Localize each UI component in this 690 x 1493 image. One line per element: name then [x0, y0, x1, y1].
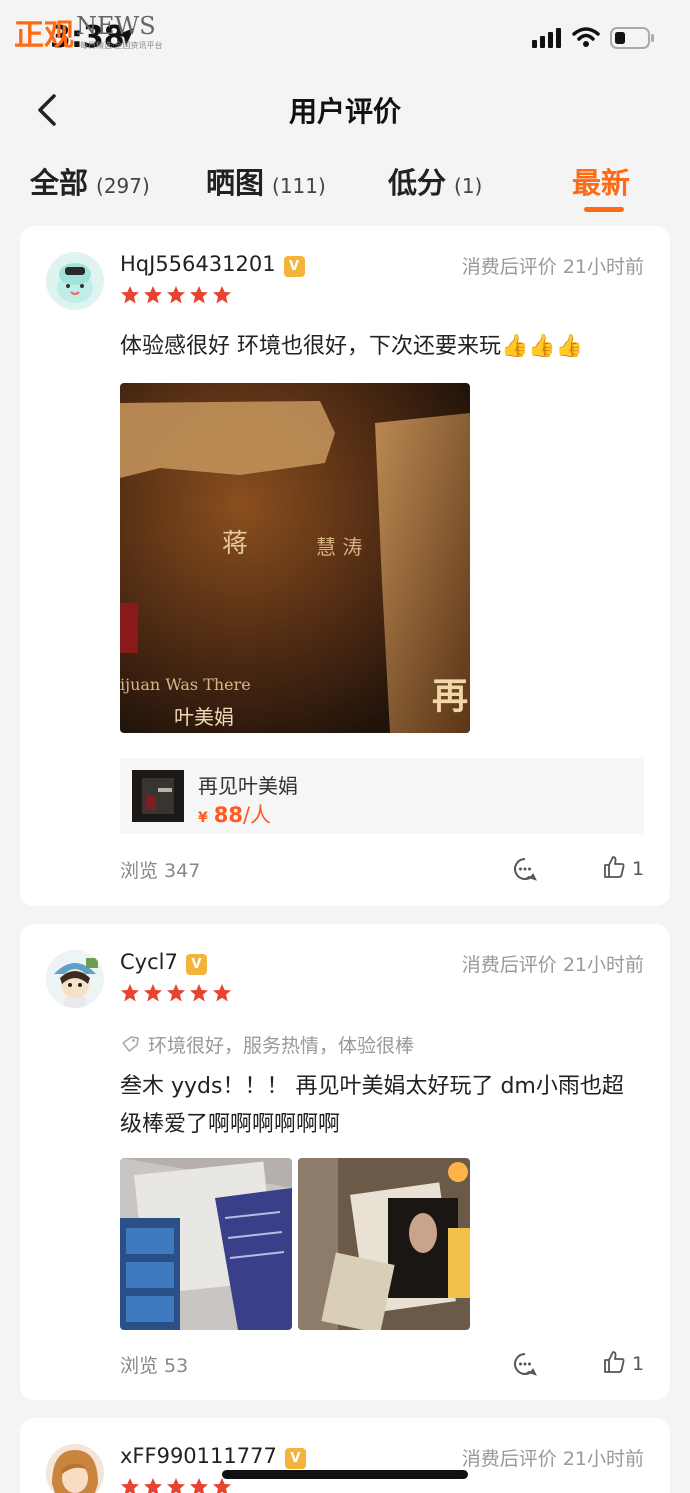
tab-count: (1) [454, 174, 483, 198]
star-icon [121, 1478, 139, 1493]
tab-label: 最新 [572, 166, 631, 200]
watermark-brand: 正观 [14, 18, 74, 53]
username[interactable]: HqJ556431201 V [120, 252, 305, 277]
star-icon [190, 286, 208, 304]
wifi-icon [572, 27, 600, 47]
photo-text: 叶美娟 [174, 705, 234, 729]
level-badge: V [284, 1448, 306, 1469]
photo-text: ijuan Was There [120, 675, 251, 694]
review-meta: 消费后评价 21小时前 [461, 954, 644, 976]
tab-photos[interactable]: 晒图 (111) [206, 160, 326, 202]
username[interactable]: xFF990111777 V [120, 1444, 306, 1469]
avatar[interactable] [46, 252, 104, 310]
watermark: 正观 NEWS 每日精选·全国资讯平台 [14, 10, 163, 54]
review-photo[interactable] [120, 1158, 292, 1330]
level-badge: V [185, 954, 207, 975]
photo-text: 再 [432, 676, 469, 717]
view-count: 浏览 53 [120, 1355, 189, 1377]
tab-count: (297) [96, 174, 150, 198]
review-meta: 消费后评价 21小时前 [461, 256, 644, 278]
review-card: Cycl7 V 消费后评价 21小时前 环境很好，服务热情，体验很棒 叁木 yyd… [20, 924, 670, 1400]
tab-latest[interactable]: 最新 [572, 160, 630, 202]
star-icon [121, 984, 139, 1002]
active-tab-indicator [584, 207, 624, 212]
comment-button[interactable] [512, 856, 540, 884]
tab-all[interactable]: 全部 (297) [30, 160, 150, 202]
tab-low-score[interactable]: 低分 (1) [388, 160, 482, 202]
star-icon [167, 1478, 185, 1493]
star-icon [144, 1478, 162, 1493]
review-photo[interactable]: 蒋 慧 涛 ijuan Was There 叶美娟 再 [120, 383, 470, 733]
view-count: 浏览 347 [120, 860, 201, 882]
review-card: HqJ556431201 V 消费后评价 21小时前 体验感很好 环境也很好，下次… [20, 226, 670, 906]
page-title: 用户评价 [288, 95, 401, 128]
product-thumbnail [132, 770, 184, 822]
tab-label: 全部 [30, 166, 89, 200]
like-count: 1 [632, 1353, 645, 1375]
product-name: 再见叶美娟 [198, 774, 298, 798]
photo-text: 慧 涛 [316, 535, 363, 559]
home-indicator[interactable] [222, 1470, 468, 1479]
username[interactable]: Cycl7 V [120, 950, 207, 975]
review-photo[interactable] [298, 1158, 470, 1330]
username-text: xFF990111777 [120, 1444, 277, 1468]
star-icon [213, 286, 231, 304]
star-icon [190, 1478, 208, 1493]
star-icon [213, 1478, 231, 1493]
battery-icon [610, 27, 654, 49]
star-icon [121, 286, 139, 304]
review-text: 体验感很好 环境也很好，下次还要来玩👍👍👍 [120, 334, 584, 359]
star-icon [167, 286, 185, 304]
tab-count: (111) [272, 174, 326, 198]
product-card[interactable]: 再见叶美娟 ¥88/人 [120, 758, 644, 834]
star-icon [144, 286, 162, 304]
status-bar: 3:38 正观 NEWS 每日精选·全国资讯平台 [0, 0, 690, 70]
price-value: 88 [213, 803, 243, 827]
tab-label: 低分 [388, 166, 447, 200]
watermark-english: NEWS [76, 12, 156, 40]
filter-tabs: 全部 (297) 晒图 (111) 低分 (1) 最新 [0, 150, 690, 220]
tag-icon [122, 1036, 139, 1052]
like-count: 1 [632, 858, 645, 880]
star-icon [144, 984, 162, 1002]
rating-stars [120, 285, 235, 305]
star-icon [213, 984, 231, 1002]
thumbs-up-icon [604, 856, 625, 878]
product-price: ¥88/人 [198, 799, 271, 829]
tag-text: 环境很好，服务热情，体验很棒 [148, 1035, 415, 1057]
watermark-slogan: 每日精选·全国资讯平台 [80, 41, 163, 50]
avatar[interactable] [46, 1444, 104, 1493]
rating-stars [120, 1477, 235, 1493]
price-unit: /人 [242, 803, 272, 827]
review-card: xFF990111777 V 消费后评价 21小时前 [20, 1418, 670, 1493]
star-icon [190, 984, 208, 1002]
signal-icon [532, 28, 561, 48]
comment-icon [514, 1353, 537, 1376]
photo-text: 蒋 [222, 529, 249, 559]
currency-symbol: ¥ [198, 810, 208, 826]
review-tags: 环境很好，服务热情，体验很棒 [120, 1031, 414, 1058]
review-meta: 消费后评价 21小时前 [461, 1448, 644, 1470]
comment-icon [514, 858, 537, 881]
username-text: HqJ556431201 [120, 252, 276, 276]
like-button[interactable]: 1 [602, 855, 644, 883]
level-badge: V [283, 256, 305, 277]
username-text: Cycl7 [120, 950, 178, 974]
rating-stars [120, 983, 235, 1003]
thumbs-up-icon [604, 1351, 625, 1373]
review-text: 叁木 yyds！！！ 再见叶美娟太好玩了 dm小雨也超级棒爱了啊啊啊啊啊啊 [120, 1074, 624, 1137]
nav-bar: 用户评价 [0, 70, 690, 150]
star-icon [167, 984, 185, 1002]
tab-label: 晒图 [206, 166, 265, 200]
like-button[interactable]: 1 [602, 1350, 644, 1378]
avatar[interactable] [46, 950, 104, 1008]
comment-button[interactable] [512, 1351, 540, 1379]
